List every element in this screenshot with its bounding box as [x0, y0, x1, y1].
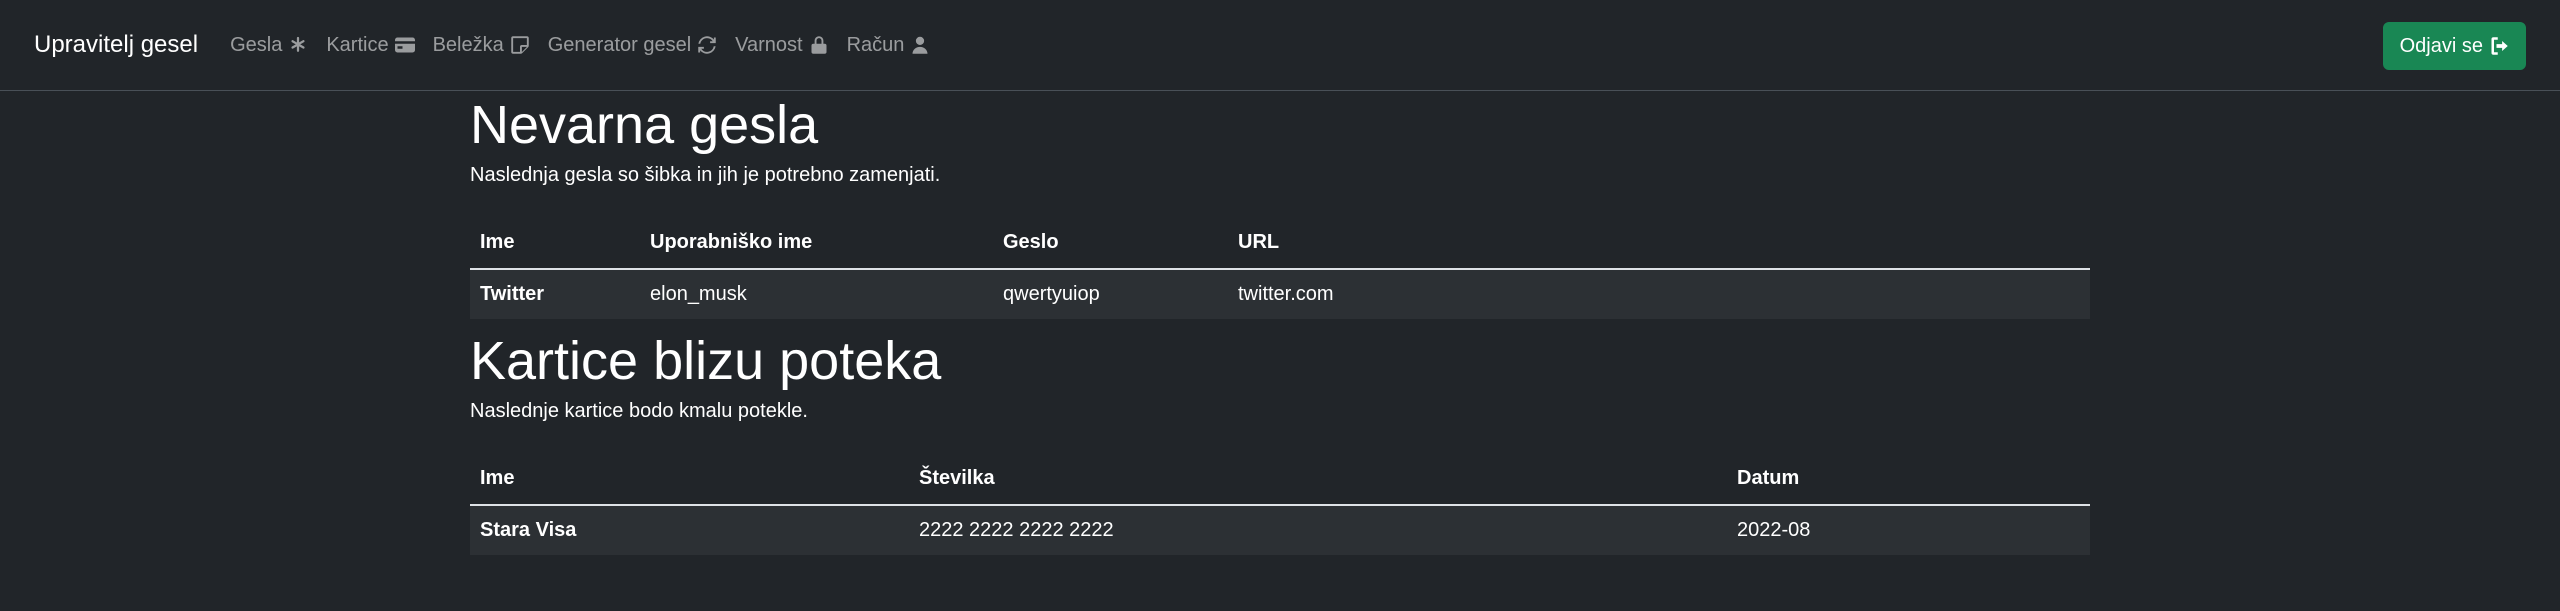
table-cell-date: 2022-08 — [1727, 504, 2090, 555]
nav-link-label: Generator gesel — [547, 33, 692, 56]
weak-passwords-title: Nevarna gesla — [470, 95, 819, 155]
column-header: Številka — [909, 452, 1727, 506]
expiring-cards-table: Ime Številka Datum Stara Visa 2222 2222 … — [470, 452, 2090, 555]
weak-passwords-description: Naslednja gesla so šibka in jih je potre… — [470, 163, 941, 186]
column-header: Ime — [470, 452, 909, 506]
table-cell-name: Stara Visa — [470, 504, 909, 555]
asterisk-icon — [291, 36, 305, 52]
table-header-row: Ime Uporabniško ime Geslo URL — [470, 216, 2090, 270]
table-header-row: Ime Številka Datum — [470, 452, 2090, 506]
sign-out-icon — [2491, 37, 2508, 55]
expiring-cards-section: Kartice blizu poteka Naslednje kartice b… — [470, 329, 2090, 555]
column-header: Datum — [1727, 452, 2090, 506]
column-header: Ime — [470, 216, 640, 270]
refresh-icon — [698, 36, 716, 54]
table-cell-url: twitter.com — [1228, 268, 2090, 319]
nav-link-varnost[interactable]: Varnost — [735, 34, 828, 57]
sticky-note-icon — [510, 36, 529, 54]
nav-link-label: Račun — [846, 33, 905, 56]
weak-passwords-section: Nevarna gesla Naslednja gesla so šibka i… — [470, 93, 2090, 319]
nav-link-label: Gesla — [230, 33, 283, 56]
table-row: Twitter elon_musk qwertyuiop twitter.com — [470, 268, 2090, 319]
column-header: Geslo — [993, 216, 1228, 270]
expiring-cards-description: Naslednje kartice bodo kmalu potekle. — [470, 399, 808, 422]
table-cell-number: 2222 2222 2222 2222 — [909, 504, 1727, 555]
nav-link-label: Beležka — [432, 33, 504, 56]
column-header: URL — [1228, 216, 2090, 270]
credit-card-icon — [394, 37, 415, 53]
nav-link-kartice[interactable]: Kartice — [326, 33, 415, 57]
table-cell-username: elon_musk — [640, 268, 993, 319]
nav-link-generator[interactable]: Generator gesel — [548, 34, 717, 57]
logout-label: Odjavi se — [2399, 34, 2483, 57]
brand-link[interactable]: Upravitelj gesel — [34, 31, 198, 59]
top-navbar: Upravitelj gesel Gesla Kartice Beležka G… — [0, 0, 2560, 91]
user-icon — [912, 36, 928, 54]
nav-links: Gesla Kartice Beležka Generator gesel Va… — [230, 34, 930, 57]
table-cell-name: Twitter — [470, 268, 640, 319]
table-cell-password: qwertyuiop — [993, 268, 1228, 319]
lock-icon — [811, 36, 827, 54]
main-content: Nevarna gesla Naslednja gesla so šibka i… — [470, 93, 2090, 555]
nav-link-label: Varnost — [735, 33, 803, 56]
nav-link-racun[interactable]: Račun — [847, 34, 931, 57]
weak-passwords-table: Ime Uporabniško ime Geslo URL Twitter el… — [470, 216, 2090, 319]
logout-button[interactable]: Odjavi se — [2382, 22, 2526, 70]
nav-link-belezka[interactable]: Beležka — [433, 34, 530, 57]
table-row: Stara Visa 2222 2222 2222 2222 2022-08 — [470, 504, 2090, 555]
nav-link-label: Kartice — [326, 33, 389, 56]
nav-link-gesla[interactable]: Gesla — [230, 34, 308, 57]
column-header: Uporabniško ime — [640, 216, 993, 270]
expiring-cards-title: Kartice blizu poteka — [470, 330, 942, 391]
